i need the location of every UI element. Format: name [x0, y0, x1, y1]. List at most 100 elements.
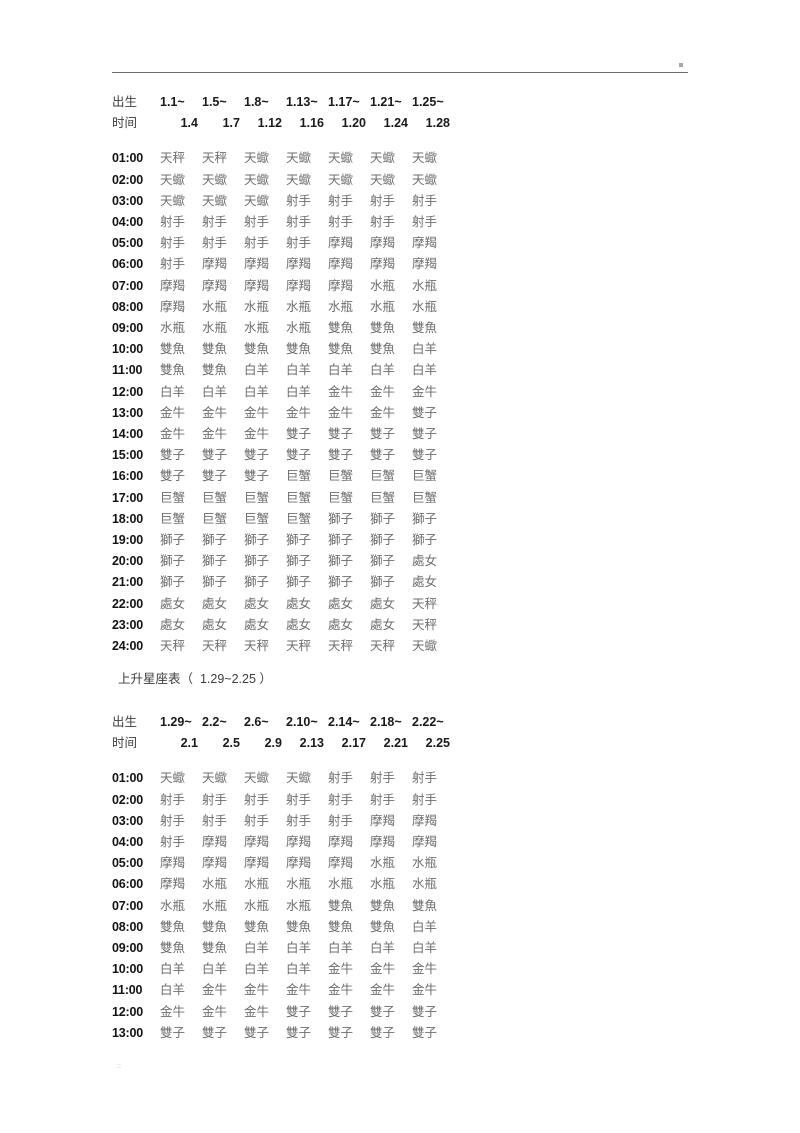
zodiac-sign-cell: 摩羯 — [412, 835, 438, 850]
zodiac-sign-cell: 獅子 — [286, 575, 312, 590]
table-row: 03:00 射手 射手 射手 射手 射手 摩羯 摩羯 — [112, 811, 454, 832]
zodiac-sign-cell: 巨蟹 — [244, 490, 270, 505]
zodiac-sign-cell: 射手 — [328, 193, 354, 208]
zodiac-sign-cell: 金牛 — [286, 983, 312, 998]
zodiac-sign-cell: 金牛 — [328, 983, 354, 998]
date-range-start-1: 1.5~ — [202, 95, 227, 109]
zodiac-sign-cell: 白羊 — [412, 941, 438, 956]
zodiac-sign-cell: 處女 — [412, 575, 438, 590]
zodiac-sign-cell: 水瓶 — [412, 877, 438, 892]
zodiac-sign-cell: 射手 — [286, 215, 312, 230]
zodiac-sign-cell: 雙子 — [286, 427, 312, 442]
zodiac-sign-cell: 天秤 — [370, 639, 396, 654]
table-row: 08:00 雙魚 雙魚 雙魚 雙魚 雙魚 雙魚 白羊 — [112, 917, 454, 938]
hour-label: 09:00 — [112, 941, 143, 956]
zodiac-sign-cell: 巨蟹 — [370, 469, 396, 484]
zodiac-sign-cell: 摩羯 — [370, 835, 396, 850]
zodiac-sign-cell: 摩羯 — [412, 236, 438, 251]
zodiac-sign-cell: 巨蟹 — [328, 469, 354, 484]
table-row: 23:00 處女 處女 處女 處女 處女 處女 天秤 — [112, 615, 454, 636]
zodiac-sign-cell: 雙魚 — [370, 342, 396, 357]
zodiac-sign-cell: 雙子 — [244, 448, 270, 463]
zodiac-sign-cell: 獅子 — [370, 511, 396, 526]
date-range-end-5: 2.21 — [383, 736, 408, 751]
zodiac-sign-cell: 射手 — [160, 792, 186, 807]
zodiac-sign-cell: 巨蟹 — [370, 490, 396, 505]
date-range-start-4: 2.14~ — [328, 715, 360, 729]
zodiac-sign-cell: 白羊 — [328, 363, 354, 378]
hour-label: 15:00 — [112, 448, 143, 463]
zodiac-sign-cell: 金牛 — [244, 983, 270, 998]
hour-label: 10:00 — [112, 962, 143, 977]
zodiac-sign-cell: 射手 — [412, 792, 438, 807]
zodiac-sign-cell: 白羊 — [286, 384, 312, 399]
zodiac-sign-cell: 摩羯 — [328, 257, 354, 272]
zodiac-sign-cell: 巨蟹 — [412, 469, 438, 484]
header-spacer-row — [112, 754, 454, 768]
hour-label: 03:00 — [112, 813, 143, 828]
zodiac-sign-cell: 雙子 — [244, 1025, 270, 1040]
date-range-start-2: 2.6~ — [244, 715, 269, 729]
zodiac-sign-cell: 獅子 — [244, 575, 270, 590]
zodiac-sign-cell: 天蠍 — [286, 771, 312, 786]
table-row: 02:00 天蠍 天蠍 天蠍 天蠍 天蠍 天蠍 天蠍 — [112, 170, 454, 191]
zodiac-sign-cell: 摩羯 — [328, 856, 354, 871]
zodiac-sign-cell: 天蠍 — [328, 151, 354, 166]
table-row: 04:00 射手 摩羯 摩羯 摩羯 摩羯 摩羯 摩羯 — [112, 832, 454, 853]
date-range-start-0: 1.1~ — [160, 95, 185, 109]
zodiac-sign-cell: 雙魚 — [412, 321, 438, 336]
zodiac-sign-cell: 金牛 — [244, 427, 270, 442]
zodiac-sign-cell: 處女 — [370, 596, 396, 611]
zodiac-sign-cell: 雙子 — [412, 427, 438, 442]
zodiac-sign-cell: 獅子 — [202, 575, 228, 590]
table-row: 08:00 摩羯 水瓶 水瓶 水瓶 水瓶 水瓶 水瓶 — [112, 297, 454, 318]
zodiac-sign-cell: 獅子 — [412, 511, 438, 526]
zodiac-sign-cell: 水瓶 — [286, 321, 312, 336]
hour-label: 12:00 — [112, 1004, 143, 1019]
date-range-end-3: 1.16 — [299, 116, 324, 131]
zodiac-sign-cell: 雙魚 — [202, 941, 228, 956]
spacer-cell — [112, 754, 160, 768]
hour-label: 03:00 — [112, 193, 143, 208]
zodiac-sign-cell: 處女 — [244, 596, 270, 611]
hour-label: 06:00 — [112, 877, 143, 892]
table-row: 04:00 射手 射手 射手 射手 射手 射手 射手 — [112, 212, 454, 233]
date-range-end-1: 2.5 — [222, 736, 240, 751]
zodiac-sign-cell: 白羊 — [412, 919, 438, 934]
zodiac-sign-cell: 獅子 — [160, 554, 186, 569]
zodiac-sign-cell: 處女 — [160, 596, 186, 611]
date-range-start-4: 1.17~ — [328, 95, 360, 109]
hour-label: 18:00 — [112, 511, 143, 526]
zodiac-sign-cell: 處女 — [160, 617, 186, 632]
zodiac-sign-cell: 摩羯 — [412, 257, 438, 272]
zodiac-sign-cell: 巨蟹 — [286, 511, 312, 526]
zodiac-sign-cell: 射手 — [160, 813, 186, 828]
zodiac-sign-cell: 天秤 — [286, 639, 312, 654]
zodiac-sign-cell: 天蠍 — [412, 151, 438, 166]
zodiac-sign-cell: 天秤 — [160, 639, 186, 654]
table-row: 12:00 金牛 金牛 金牛 雙子 雙子 雙子 雙子 — [112, 1002, 454, 1023]
table-row: 03:00 天蠍 天蠍 天蠍 射手 射手 射手 射手 — [112, 191, 454, 212]
zodiac-sign-cell: 水瓶 — [286, 299, 312, 314]
table-row: 02:00 射手 射手 射手 射手 射手 射手 射手 — [112, 790, 454, 811]
zodiac-sign-cell: 白羊 — [286, 941, 312, 956]
zodiac-sign-cell: 摩羯 — [244, 856, 270, 871]
zodiac-sign-cell: 雙子 — [160, 469, 186, 484]
zodiac-sign-cell: 射手 — [328, 215, 354, 230]
zodiac-sign-cell: 射手 — [412, 215, 438, 230]
zodiac-sign-cell: 處女 — [286, 596, 312, 611]
zodiac-sign-cell: 處女 — [412, 554, 438, 569]
zodiac-sign-cell: 金牛 — [412, 384, 438, 399]
zodiac-sign-cell: 射手 — [202, 236, 228, 251]
hour-label: 11:00 — [112, 983, 143, 998]
table-row: 20:00 獅子 獅子 獅子 獅子 獅子 獅子 處女 — [112, 551, 454, 572]
zodiac-sign-cell: 摩羯 — [412, 813, 438, 828]
zodiac-sign-cell: 雙子 — [370, 1004, 396, 1019]
zodiac-sign-cell: 天秤 — [328, 639, 354, 654]
zodiac-sign-cell: 雙魚 — [160, 342, 186, 357]
date-range-end-6: 2.25 — [425, 736, 450, 751]
zodiac-sign-cell: 獅子 — [328, 554, 354, 569]
date-range-end-2: 2.9 — [264, 736, 282, 751]
zodiac-sign-cell: 水瓶 — [286, 898, 312, 913]
zodiac-sign-cell: 獅子 — [202, 554, 228, 569]
